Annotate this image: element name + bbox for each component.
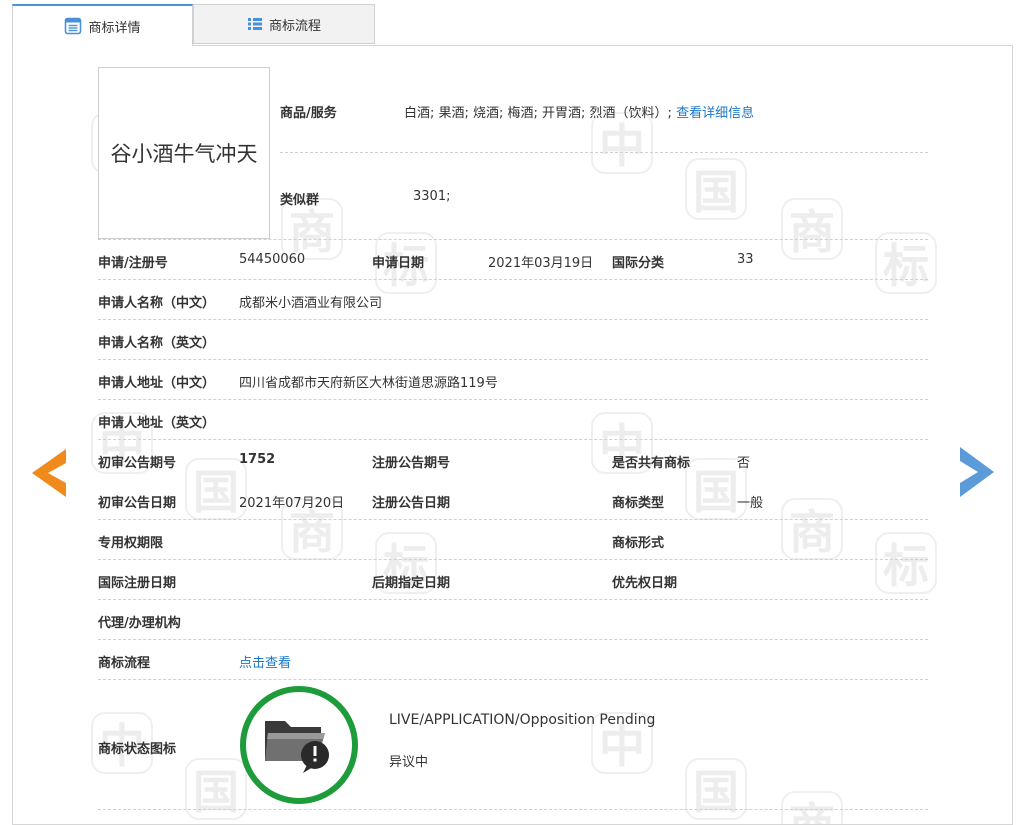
list-doc-icon xyxy=(64,17,82,35)
folder-alert-icon xyxy=(259,711,339,779)
divider xyxy=(98,279,928,280)
divider xyxy=(98,599,928,600)
prev-arrow[interactable] xyxy=(32,449,66,501)
status-text-cn: 异议中 xyxy=(389,755,429,770)
watermark-char: 标 xyxy=(875,232,937,294)
goods-value: 白酒; 果酒; 烧酒; 梅酒; 开胃酒; 烈酒（饮料）; 查看详细信息 xyxy=(404,102,754,121)
watermark-char: 国 xyxy=(685,758,747,820)
prelim-date-label: 初审公告日期 xyxy=(98,496,177,511)
tm-type-value: 一般 xyxy=(737,496,764,511)
address-en-label: 申请人地址（英文） xyxy=(98,416,216,431)
divider xyxy=(98,679,928,680)
exclusive-period-label: 专用权期限 xyxy=(98,536,164,551)
watermark-char: 标 xyxy=(875,532,937,594)
reg-pub-no-label: 注册公告期号 xyxy=(372,456,451,471)
reg-pub-date-label: 注册公告日期 xyxy=(372,496,451,511)
watermark-char: 商 xyxy=(781,198,843,260)
tm-form-label: 商标形式 xyxy=(612,536,665,551)
address-cn-label: 申请人地址（中文） xyxy=(98,376,216,391)
divider xyxy=(98,639,928,640)
list-bullets-icon xyxy=(247,16,263,32)
divider xyxy=(98,809,928,810)
trademark-image: 谷小酒牛气冲天 xyxy=(98,67,270,239)
watermark-char: 国 xyxy=(185,458,247,520)
process-view-link[interactable]: 点击查看 xyxy=(239,652,291,671)
agent-label: 代理/办理机构 xyxy=(98,616,181,631)
watermark-char: 商 xyxy=(781,791,843,824)
applicant-cn-label: 申请人名称（中文） xyxy=(98,296,216,311)
divider xyxy=(280,152,928,153)
prelim-date-value: 2021年07月20日 xyxy=(239,496,345,511)
address-cn-value: 四川省成都市天府新区大林街道思源路119号 xyxy=(239,376,498,391)
goods-label: 商品/服务 xyxy=(280,106,337,121)
applicant-en-label: 申请人名称（英文） xyxy=(98,336,216,351)
divider xyxy=(98,559,928,560)
similar-group-value: 3301; xyxy=(413,189,451,204)
reg-no-value: 54450060 xyxy=(239,252,306,267)
apply-date-value: 2021年03月19日 xyxy=(488,256,594,271)
status-ring xyxy=(240,686,358,804)
chevron-left-icon xyxy=(32,449,66,497)
goods-detail-link[interactable]: 查看详细信息 xyxy=(676,106,754,121)
tab-trademark-details[interactable]: 商标详情 xyxy=(12,4,193,46)
next-arrow[interactable] xyxy=(960,447,994,501)
status-icon-label: 商标状态图标 xyxy=(98,742,177,757)
later-designation-label: 后期指定日期 xyxy=(372,576,451,591)
status-text-en: LIVE/APPLICATION/Opposition Pending xyxy=(389,712,656,728)
tab-label: 商标详情 xyxy=(88,20,141,36)
priority-date-label: 优先权日期 xyxy=(612,576,678,591)
tab-trademark-process[interactable]: 商标流程 xyxy=(193,4,375,44)
watermark-char: 中 xyxy=(591,112,653,174)
divider xyxy=(98,519,928,520)
watermark-char: 商 xyxy=(781,498,843,560)
goods-list: 白酒; 果酒; 烧酒; 梅酒; 开胃酒; 烈酒（饮料）; xyxy=(404,106,672,121)
tm-type-label: 商标类型 xyxy=(612,496,665,511)
reg-no-label: 申请/注册号 xyxy=(98,256,168,271)
trademark-image-text: 谷小酒牛气冲天 xyxy=(110,142,258,166)
shared-label: 是否共有商标 xyxy=(612,456,691,471)
similar-group-label: 类似群 xyxy=(280,193,320,208)
divider xyxy=(98,319,928,320)
tab-bar: 商标详情 商标流程 xyxy=(12,4,375,46)
watermark-char: 国 xyxy=(685,158,747,220)
watermark-char: 国 xyxy=(185,758,247,820)
prelim-no-label: 初审公告期号 xyxy=(98,456,177,471)
apply-date-label: 申请日期 xyxy=(372,256,425,271)
divider xyxy=(98,399,928,400)
applicant-cn-value: 成都米小酒酒业有限公司 xyxy=(239,296,383,311)
intl-class-label: 国际分类 xyxy=(612,256,665,271)
process-label: 商标流程 xyxy=(98,656,151,671)
prelim-no-value: 1752 xyxy=(239,452,276,467)
intl-reg-date-label: 国际注册日期 xyxy=(98,576,177,591)
divider xyxy=(98,239,928,240)
tab-label: 商标流程 xyxy=(268,18,321,34)
shared-value: 否 xyxy=(737,456,751,471)
chevron-right-icon xyxy=(960,447,994,497)
divider xyxy=(98,359,928,360)
intl-class-value: 33 xyxy=(737,252,754,267)
divider xyxy=(98,439,928,440)
